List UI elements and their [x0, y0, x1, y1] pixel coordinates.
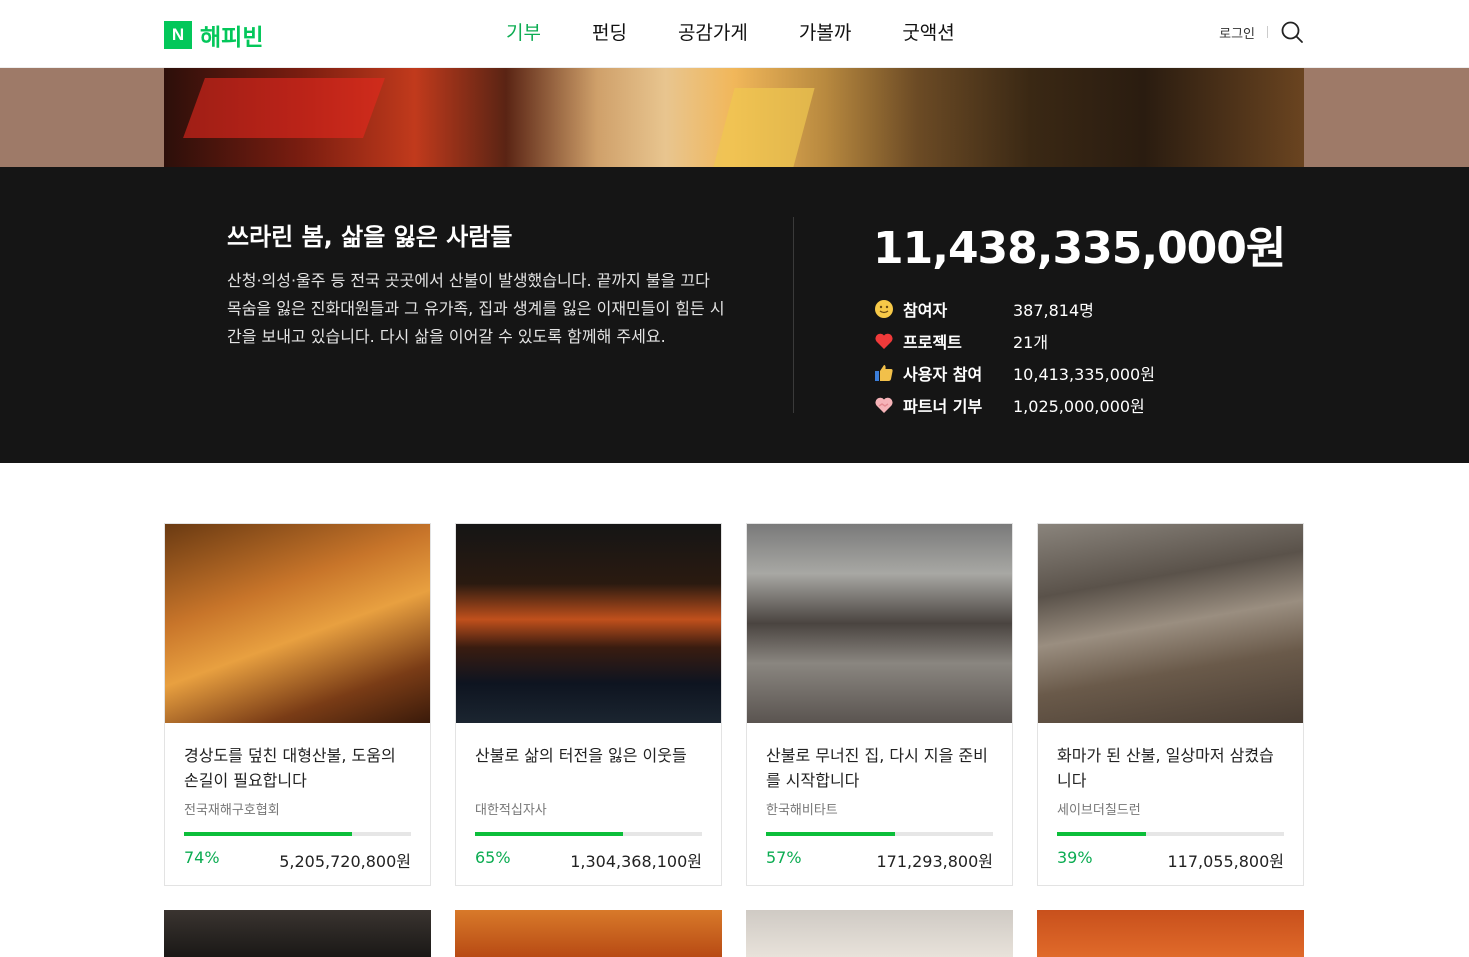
- progress-bar: [184, 832, 411, 836]
- handshake-heart-icon: [875, 397, 893, 413]
- nav-item-store[interactable]: 공감가게: [678, 18, 748, 45]
- raised-amount: 117,055,800원: [1167, 852, 1284, 871]
- project-image[interactable]: [164, 910, 431, 957]
- project-image: [456, 524, 721, 723]
- progress-percent: 39%: [1057, 848, 1093, 867]
- logo-text: 해피빈: [200, 25, 264, 51]
- progress-bar: [1057, 832, 1284, 836]
- project-image: [747, 524, 1012, 723]
- project-card-list-row2: [164, 910, 1304, 957]
- progress-bar: [766, 832, 993, 836]
- project-title: 산불로 삶의 터전을 잃은 이웃들: [475, 746, 687, 765]
- project-image[interactable]: [1037, 910, 1304, 957]
- divider: [793, 217, 794, 413]
- campaign-stats: 참여자 387,814명 프로젝트 21개 사용자 참여 10,413,335,…: [873, 293, 1155, 421]
- project-card[interactable]: 산불로 삶의 터전을 잃은 이웃들 대한적십자사 65% 1,304,368,1…: [455, 523, 722, 886]
- stat-label: 사용자 참여: [903, 365, 983, 384]
- naver-logo-icon: N: [164, 21, 192, 49]
- nav-item-donate[interactable]: 기부: [506, 18, 541, 45]
- progress-fill: [475, 832, 623, 836]
- total-amount: 11,438,335,000원: [873, 223, 1286, 274]
- search-icon[interactable]: [1280, 20, 1304, 44]
- campaign-summary: 쓰라린 봄, 삶을 잃은 사람들 산청·의성·울주 등 전국 곳곳에서 산불이 …: [0, 167, 1469, 463]
- header-utilities: 로그인: [1219, 20, 1304, 44]
- stat-label: 참여자: [903, 301, 948, 320]
- project-organization: 대한적십자사: [475, 803, 547, 818]
- campaign-title: 쓰라린 봄, 삶을 잃은 사람들: [227, 223, 513, 251]
- logo[interactable]: N 해피빈: [164, 18, 263, 52]
- project-card[interactable]: 산불로 무너진 집, 다시 지을 준비를 시작합니다 한국해비타트 57% 17…: [746, 523, 1013, 886]
- nav-item-funding[interactable]: 펀딩: [592, 18, 627, 45]
- site-header: N 해피빈 기부 펀딩 공감가게 가볼까 굿액션 로그인: [0, 0, 1469, 68]
- project-image: [1038, 524, 1303, 723]
- heart-icon: [875, 333, 893, 349]
- smile-icon: [875, 300, 893, 318]
- hero-decor: [183, 78, 385, 138]
- hero-image: [164, 68, 1304, 167]
- stat-value: 1,025,000,000원: [1013, 397, 1145, 416]
- stat-participants: 참여자 387,814명: [873, 293, 1155, 325]
- project-card[interactable]: 경상도를 덮친 대형산불, 도움의 손길이 필요합니다 전국재해구호협회 74%…: [164, 523, 431, 886]
- project-image[interactable]: [746, 910, 1013, 957]
- thumbs-up-icon: [875, 365, 893, 381]
- raised-amount: 5,205,720,800원: [279, 852, 411, 871]
- project-image[interactable]: [455, 910, 722, 957]
- raised-amount: 171,293,800원: [876, 852, 993, 871]
- hero-decor: [713, 88, 815, 167]
- nav-item-explore[interactable]: 가볼까: [799, 18, 851, 45]
- project-title: 화마가 된 산불, 일상마저 삼켰습니다: [1057, 746, 1274, 790]
- divider: [1267, 26, 1268, 38]
- hero-banner: [0, 68, 1469, 167]
- project-organization: 전국재해구호협회: [184, 803, 280, 818]
- stat-label: 파트너 기부: [903, 397, 983, 416]
- stat-partner-donation: 파트너 기부 1,025,000,000원: [873, 389, 1155, 421]
- raised-amount: 1,304,368,100원: [570, 852, 702, 871]
- progress-fill: [1057, 832, 1146, 836]
- campaign-description: 산청·의성·울주 등 전국 곳곳에서 산불이 발생했습니다. 끝까지 불을 끄다…: [227, 271, 725, 346]
- project-title: 산불로 무너진 집, 다시 지을 준비를 시작합니다: [766, 746, 988, 790]
- project-organization: 한국해비타트: [766, 803, 838, 818]
- project-card[interactable]: 화마가 된 산불, 일상마저 삼켰습니다 세이브더칠드런 39% 117,055…: [1037, 523, 1304, 886]
- project-image: [165, 524, 430, 723]
- progress-percent: 74%: [184, 848, 220, 867]
- progress-fill: [184, 832, 352, 836]
- nav-item-good-action[interactable]: 굿액션: [902, 18, 954, 45]
- stat-projects: 프로젝트 21개: [873, 325, 1155, 357]
- stat-value: 21개: [1013, 333, 1049, 352]
- stat-value: 10,413,335,000원: [1013, 365, 1155, 384]
- main-nav: 기부 펀딩 공감가게 가볼까 굿액션: [506, 18, 1006, 45]
- progress-bar: [475, 832, 702, 836]
- stat-user-participation: 사용자 참여 10,413,335,000원: [873, 357, 1155, 389]
- stat-label: 프로젝트: [903, 333, 962, 352]
- project-title: 경상도를 덮친 대형산불, 도움의 손길이 필요합니다: [184, 746, 396, 790]
- login-link[interactable]: 로그인: [1219, 23, 1255, 42]
- progress-percent: 57%: [766, 848, 802, 867]
- progress-fill: [766, 832, 896, 836]
- progress-percent: 65%: [475, 848, 511, 867]
- stat-value: 387,814명: [1013, 301, 1094, 320]
- project-organization: 세이브더칠드런: [1057, 803, 1141, 818]
